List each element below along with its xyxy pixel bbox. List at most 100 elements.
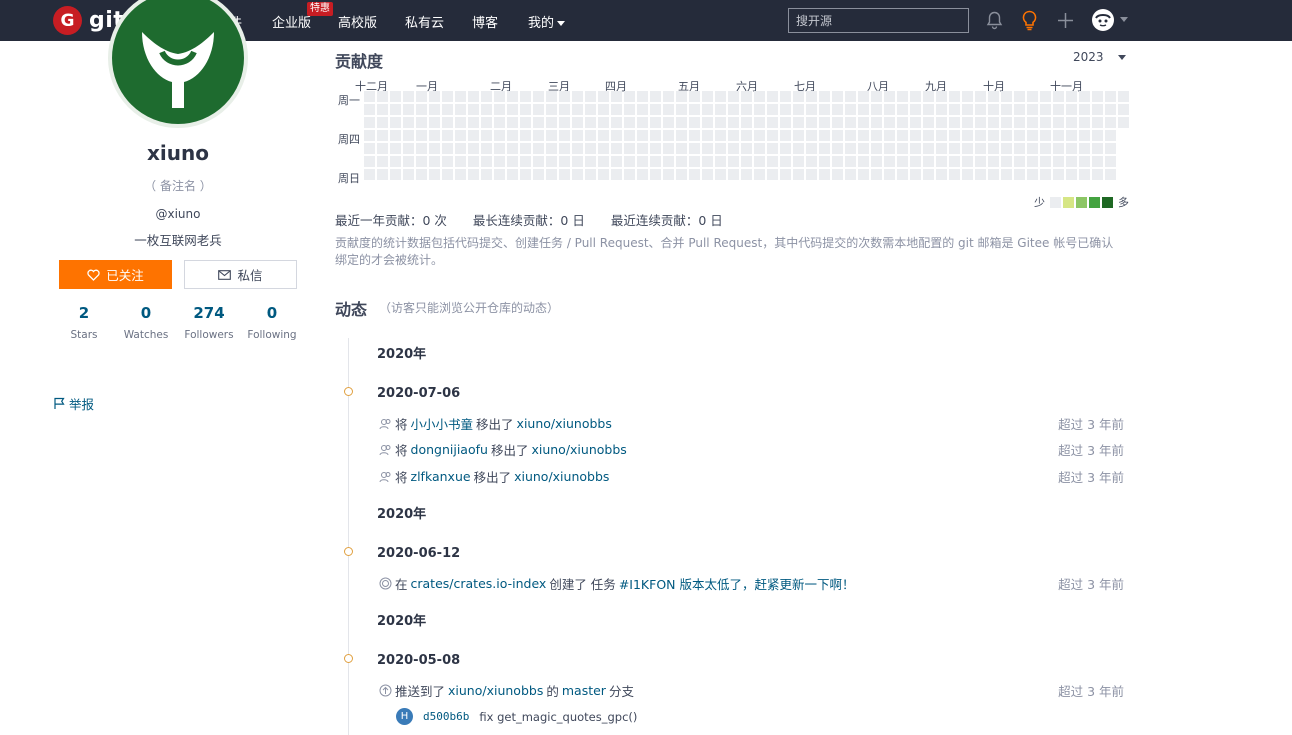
contribution-cell[interactable] xyxy=(793,104,804,115)
contribution-cell[interactable] xyxy=(572,130,583,141)
contribution-cell[interactable] xyxy=(689,117,700,128)
contribution-cell[interactable] xyxy=(1066,91,1077,102)
contribution-cell[interactable] xyxy=(663,169,674,180)
contribution-cell[interactable] xyxy=(533,169,544,180)
contribution-cell[interactable] xyxy=(429,156,440,167)
contribution-cell[interactable] xyxy=(819,169,830,180)
contribution-cell[interactable] xyxy=(1014,104,1025,115)
contribution-cell[interactable] xyxy=(1053,143,1064,154)
contribution-cell[interactable] xyxy=(468,91,479,102)
contribution-cell[interactable] xyxy=(559,130,570,141)
contribution-cell[interactable] xyxy=(910,117,921,128)
contribution-cell[interactable] xyxy=(637,156,648,167)
contribution-cell[interactable] xyxy=(429,143,440,154)
contribution-cell[interactable] xyxy=(806,143,817,154)
contribution-cell[interactable] xyxy=(1118,104,1129,115)
contribution-cell[interactable] xyxy=(455,117,466,128)
contribution-cell[interactable] xyxy=(416,130,427,141)
contribution-cell[interactable] xyxy=(871,143,882,154)
contribution-cell[interactable] xyxy=(403,169,414,180)
contribution-cell[interactable] xyxy=(962,169,973,180)
contribution-cell[interactable] xyxy=(949,143,960,154)
contribution-cell[interactable] xyxy=(1066,143,1077,154)
contribution-cell[interactable] xyxy=(650,91,661,102)
contribution-cell[interactable] xyxy=(988,156,999,167)
contribution-cell[interactable] xyxy=(884,143,895,154)
contribution-cell[interactable] xyxy=(767,91,778,102)
contribution-cell[interactable] xyxy=(481,169,492,180)
contribution-cell[interactable] xyxy=(689,91,700,102)
contribution-cell[interactable] xyxy=(1092,117,1103,128)
contribution-cell[interactable] xyxy=(819,91,830,102)
contribution-cell[interactable] xyxy=(806,130,817,141)
contribution-cell[interactable] xyxy=(585,91,596,102)
contribution-cell[interactable] xyxy=(637,117,648,128)
contribution-cell[interactable] xyxy=(494,143,505,154)
contribution-cell[interactable] xyxy=(1079,169,1090,180)
contribution-cell[interactable] xyxy=(1027,130,1038,141)
contribution-cell[interactable] xyxy=(702,130,713,141)
contribution-cell[interactable] xyxy=(819,117,830,128)
contribution-cell[interactable] xyxy=(702,104,713,115)
contribution-cell[interactable] xyxy=(364,104,375,115)
contribution-cell[interactable] xyxy=(429,91,440,102)
contribution-cell[interactable] xyxy=(689,169,700,180)
contribution-cell[interactable] xyxy=(481,143,492,154)
contribution-cell[interactable] xyxy=(546,117,557,128)
contribution-cell[interactable] xyxy=(585,104,596,115)
contribution-cell[interactable] xyxy=(871,117,882,128)
contribution-cell[interactable] xyxy=(806,117,817,128)
contribution-cell[interactable] xyxy=(533,117,544,128)
contribution-cell[interactable] xyxy=(793,169,804,180)
contribution-cell[interactable] xyxy=(572,156,583,167)
contribution-cell[interactable] xyxy=(702,169,713,180)
contribution-cell[interactable] xyxy=(364,130,375,141)
contribution-cell[interactable] xyxy=(1027,91,1038,102)
user-link[interactable]: 小小小书童 xyxy=(411,414,474,433)
contribution-cell[interactable] xyxy=(715,143,726,154)
contribution-cell[interactable] xyxy=(741,91,752,102)
contribution-cell[interactable] xyxy=(793,117,804,128)
contribution-cell[interactable] xyxy=(923,143,934,154)
contribution-cell[interactable] xyxy=(390,143,401,154)
contribution-cell[interactable] xyxy=(390,117,401,128)
contribution-cell[interactable] xyxy=(403,130,414,141)
contribution-cell[interactable] xyxy=(884,117,895,128)
contribution-cell[interactable] xyxy=(676,91,687,102)
contribution-cell[interactable] xyxy=(715,130,726,141)
contribution-cell[interactable] xyxy=(481,91,492,102)
contribution-cell[interactable] xyxy=(858,143,869,154)
contribution-cell[interactable] xyxy=(520,143,531,154)
contribution-cell[interactable] xyxy=(1040,117,1051,128)
contribution-cell[interactable] xyxy=(533,91,544,102)
contribution-cell[interactable] xyxy=(962,143,973,154)
year-select[interactable]: 2023 xyxy=(1073,50,1126,64)
contribution-cell[interactable] xyxy=(832,143,843,154)
contribution-cell[interactable] xyxy=(546,156,557,167)
contribution-cell[interactable] xyxy=(949,117,960,128)
contribution-cell[interactable] xyxy=(988,91,999,102)
contribution-cell[interactable] xyxy=(1014,91,1025,102)
contribution-cell[interactable] xyxy=(832,104,843,115)
contribution-cell[interactable] xyxy=(871,156,882,167)
contribution-cell[interactable] xyxy=(1040,130,1051,141)
contribution-cell[interactable] xyxy=(1001,169,1012,180)
contribution-cell[interactable] xyxy=(364,156,375,167)
user-avatar[interactable] xyxy=(1092,9,1114,31)
contribution-cell[interactable] xyxy=(455,143,466,154)
contribution-cell[interactable] xyxy=(624,91,635,102)
contribution-cell[interactable] xyxy=(923,117,934,128)
contribution-cell[interactable] xyxy=(806,156,817,167)
contribution-cell[interactable] xyxy=(637,169,648,180)
contribution-cell[interactable] xyxy=(468,156,479,167)
contribution-cell[interactable] xyxy=(949,104,960,115)
contribution-cell[interactable] xyxy=(507,156,518,167)
contribution-cell[interactable] xyxy=(442,117,453,128)
contribution-cell[interactable] xyxy=(390,91,401,102)
contribution-cell[interactable] xyxy=(546,91,557,102)
contribution-cell[interactable] xyxy=(884,91,895,102)
contribution-cell[interactable] xyxy=(936,91,947,102)
contribution-cell[interactable] xyxy=(494,91,505,102)
contribution-cell[interactable] xyxy=(897,169,908,180)
contribution-cell[interactable] xyxy=(819,156,830,167)
